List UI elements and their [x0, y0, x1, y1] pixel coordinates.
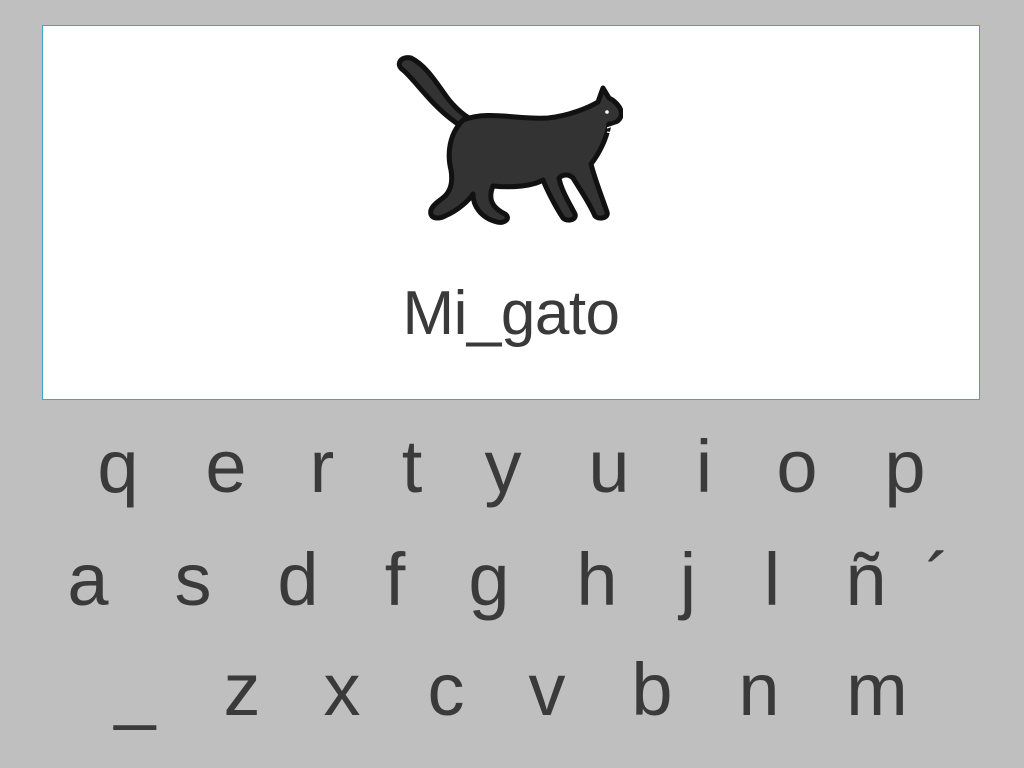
cat-walking-icon: [396, 55, 623, 225]
key-f[interactable]: f: [350, 535, 440, 625]
key-y[interactable]: y: [458, 422, 548, 512]
key-o[interactable]: o: [752, 422, 842, 512]
word-card: Mi_gato: [42, 25, 980, 400]
key-z[interactable]: z: [197, 645, 287, 735]
key-s[interactable]: s: [148, 535, 238, 625]
key-d[interactable]: d: [253, 535, 343, 625]
key-c[interactable]: c: [401, 645, 491, 735]
key-m[interactable]: m: [832, 645, 922, 735]
key-g[interactable]: g: [444, 535, 534, 625]
key-b[interactable]: b: [607, 645, 697, 735]
key-l[interactable]: l: [727, 535, 817, 625]
target-word: Mi_gato: [402, 279, 620, 348]
spelling-game-screen: Mi_gato q e r t y u i o p a s d f g h j l ñ ´ _ z x c v b n m: [0, 0, 1024, 768]
key-r[interactable]: r: [277, 422, 367, 512]
key-j[interactable]: j: [643, 535, 733, 625]
key-underscore[interactable]: _: [90, 645, 180, 735]
key-accent[interactable]: ´: [893, 535, 983, 625]
key-n[interactable]: n: [714, 645, 804, 735]
key-p[interactable]: p: [860, 422, 950, 512]
key-u[interactable]: u: [564, 422, 654, 512]
key-e[interactable]: e: [181, 422, 271, 512]
key-q[interactable]: q: [73, 422, 163, 512]
key-v[interactable]: v: [502, 645, 592, 735]
key-x[interactable]: x: [297, 645, 387, 735]
key-i[interactable]: i: [659, 422, 749, 512]
key-t[interactable]: t: [367, 422, 457, 512]
key-a[interactable]: a: [43, 535, 133, 625]
key-h[interactable]: h: [552, 535, 642, 625]
